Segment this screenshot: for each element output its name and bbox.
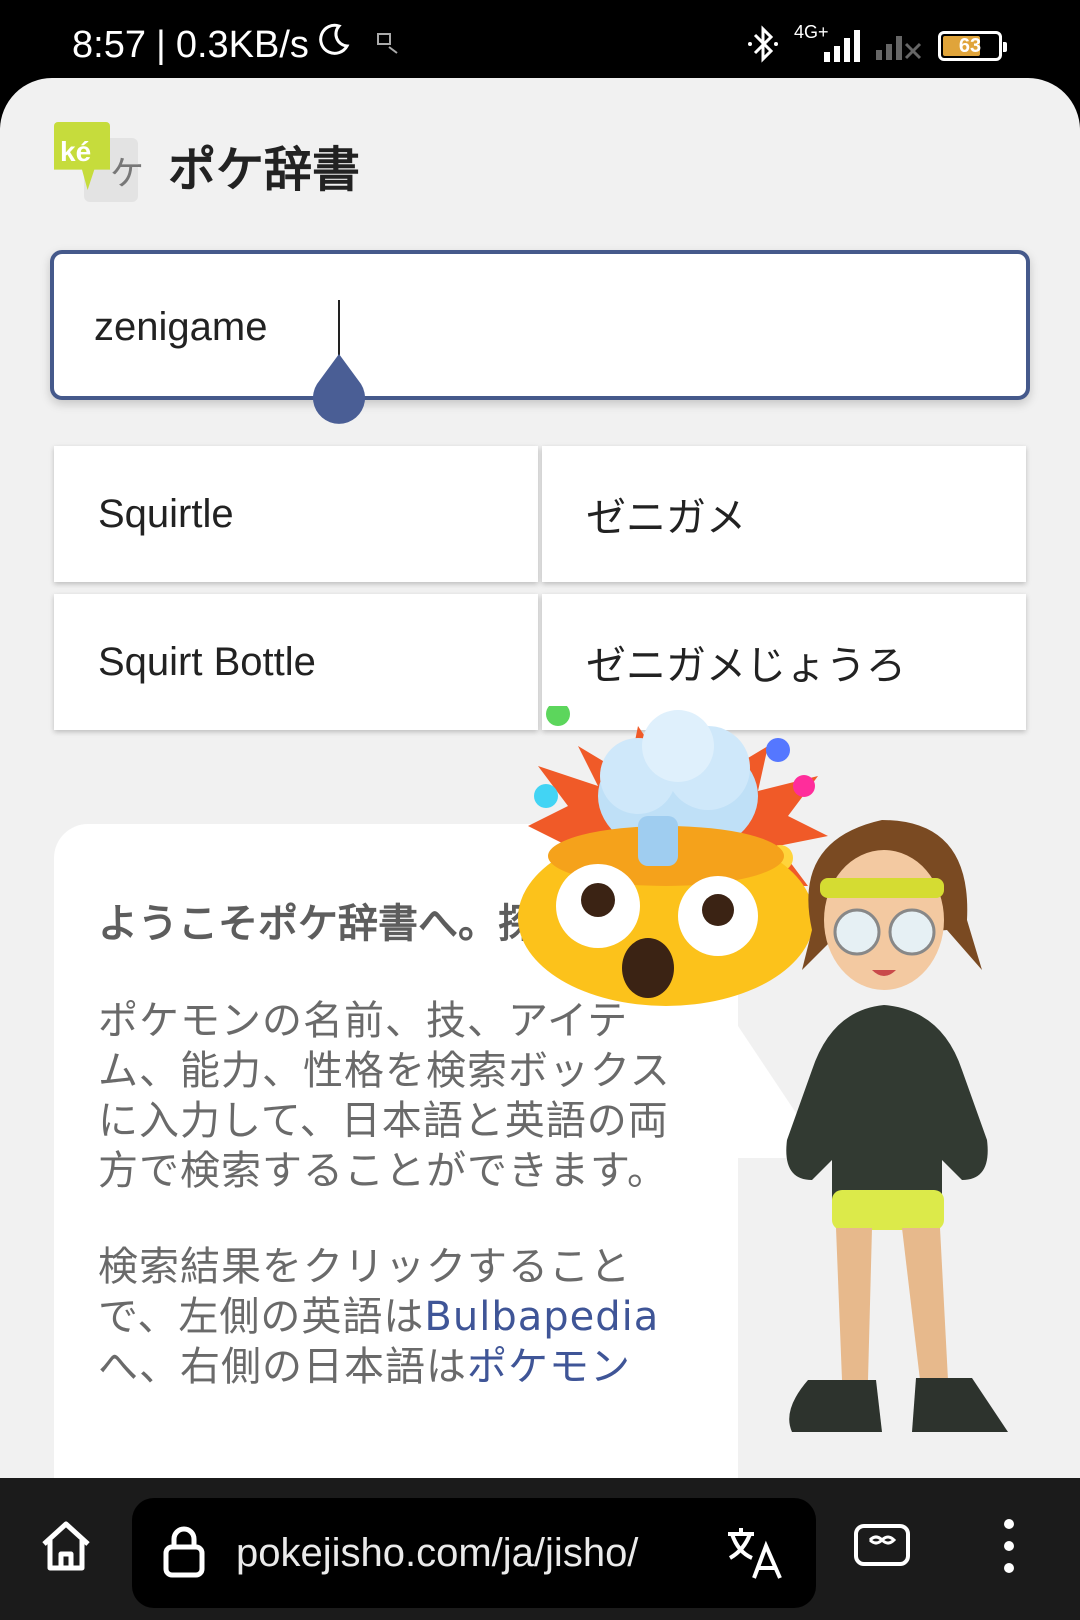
result-english[interactable]: Squirtle xyxy=(54,446,538,582)
logo-kana: ケ xyxy=(110,154,144,194)
battery-level: 63 xyxy=(958,34,982,57)
search-results: Squirtle ゼニガメ Squirt Bottle ゼニガメじょうろ xyxy=(54,446,1026,742)
pokemon-wiki-link[interactable]: ポケモン xyxy=(467,1344,631,1390)
browser-toolbar: pokejisho.com/ja/jisho/ xyxy=(0,1478,1080,1620)
site-header: ケ ké ポケ辞書 xyxy=(54,122,360,208)
result-japanese[interactable]: ゼニガメ xyxy=(542,446,1026,582)
bluetooth-icon xyxy=(746,24,780,68)
moon-icon xyxy=(315,22,351,68)
home-icon[interactable] xyxy=(36,1516,96,1580)
site-title: ポケ辞書 xyxy=(168,142,361,198)
text-selection-handle[interactable] xyxy=(309,354,369,424)
tabs-icon[interactable] xyxy=(852,1516,912,1576)
result-english[interactable]: Squirt Bottle xyxy=(54,594,538,730)
result-row: Squirtle ゼニガメ xyxy=(54,446,1026,582)
screenshot-icon xyxy=(375,24,401,67)
address-bar[interactable]: pokejisho.com/ja/jisho/ xyxy=(132,1498,816,1608)
page-content: ケ ké ポケ辞書 Squirtle ゼニガメ Squirt Bottle ゼニ… xyxy=(0,78,1080,1478)
logo-text: ké xyxy=(60,136,92,167)
character-illustration xyxy=(786,820,1008,1432)
translate-icon[interactable] xyxy=(724,1522,786,1588)
welcome-paragraph-2: 検索結果をクリックすることで、左側の英語はBulbapediaへ、右側の日本語は… xyxy=(98,1242,694,1392)
status-speed: 0.3KB/s xyxy=(175,23,309,66)
url-text: pokejisho.com/ja/jisho/ xyxy=(236,1530,639,1575)
lock-icon[interactable] xyxy=(162,1523,206,1583)
signal-icon: 4G+ xyxy=(794,22,860,64)
search-input[interactable] xyxy=(94,294,974,360)
search-box[interactable] xyxy=(50,250,1030,424)
paragraph-2-mid: へ、右側の日本語は xyxy=(98,1344,467,1390)
site-logo[interactable]: ケ ké xyxy=(54,122,144,208)
status-time: 8:57 xyxy=(72,23,146,66)
more-icon[interactable] xyxy=(1000,1516,1018,1580)
bulbapedia-link[interactable]: Bulbapedia xyxy=(424,1294,659,1340)
text-cursor xyxy=(338,300,340,356)
status-separator: | xyxy=(155,23,166,66)
network-type: 4G+ xyxy=(794,22,829,42)
battery-icon: 63 xyxy=(938,31,1007,61)
welcome-paragraph-1: ポケモンの名前、技、アイテム、能力、性格を検索ボックスに入力して、日本語と英語の… xyxy=(98,998,671,1194)
signal-2-icon xyxy=(874,26,924,66)
